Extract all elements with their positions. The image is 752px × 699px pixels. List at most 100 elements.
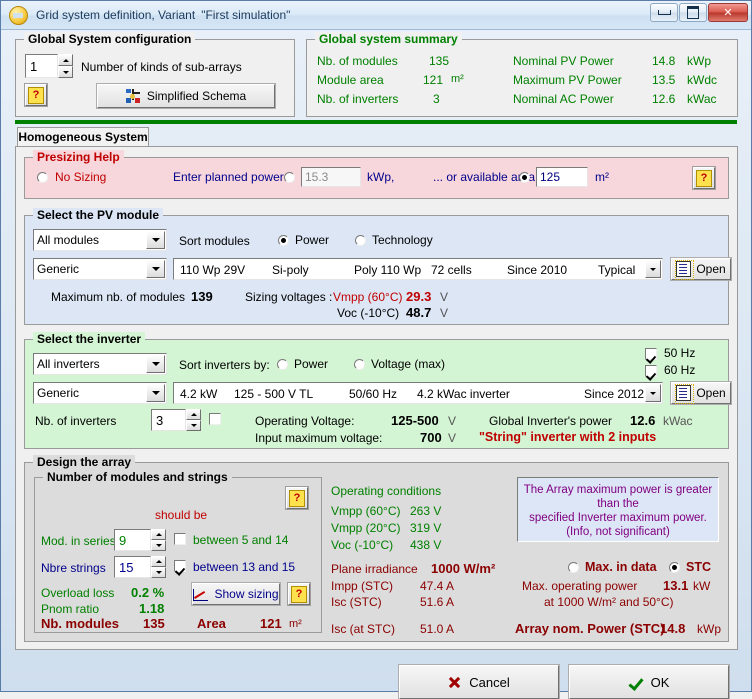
sort-by-power-radio[interactable] [278,235,289,246]
inverter-model-combo[interactable]: 4.2 kW 125 - 500 V TL 50/60 Hz 4.2 kWac … [173,382,663,404]
nb-inverters-stepper[interactable]: 3 [151,409,201,431]
no-sizing-radio[interactable] [37,172,48,183]
pv-module-manufacturer-combo[interactable]: Generic [33,258,167,280]
planned-power-unit: kWp, [367,170,395,184]
document-icon [675,384,695,404]
cancel-button[interactable]: Cancel [398,664,560,699]
spin-down-icon[interactable] [186,420,201,431]
planned-power-input[interactable]: 15.3 [301,167,361,187]
max-in-data-radio[interactable] [568,562,579,573]
show-sizing-button[interactable]: Show sizing [191,582,281,606]
max-operating-power-unit: kW [693,579,711,593]
array-nom-power-unit: kWp [697,622,721,636]
chevron-down-icon[interactable] [146,355,165,373]
simplified-schema-button[interactable]: Simplified Schema [96,83,276,109]
nb-inverters-spin-buttons[interactable] [186,409,201,431]
oc-value-2: 438 V [410,538,442,552]
sort-inverters-label: Sort inverters by: [179,358,270,372]
inverter-manufacturer-combo[interactable]: Generic [33,382,167,404]
sort-by-power-label: Power [295,233,330,247]
pv-model-power: 110 Wp 29V [180,263,246,277]
oc-label-0: Vmpp (60°C) [331,504,401,518]
question-mark-icon: ? [289,489,305,507]
modules-strings-help-button[interactable]: ? [285,486,309,510]
sub-arrays-stepper[interactable]: 1 [25,54,73,78]
mod-series-spin-buttons[interactable] [151,529,166,551]
maximize-button[interactable] [679,3,707,22]
stc-radio[interactable] [669,562,680,573]
isc-value: 51.6 A [420,595,455,609]
spin-up-icon[interactable] [58,54,73,66]
minimize-button[interactable] [650,3,678,22]
summary-label-1: Module area [317,73,384,87]
sort-by-technology-radio[interactable] [355,235,366,246]
spin-up-icon[interactable] [151,529,166,540]
spin-down-icon[interactable] [151,567,166,578]
inverter-open-button[interactable]: Open [670,381,732,405]
nbre-strings-value[interactable]: 15 [114,556,151,578]
input-max-voltage-value: 700 [420,430,442,445]
available-area-input[interactable]: 125 [536,167,588,187]
chevron-down-icon[interactable] [146,384,165,402]
close-button[interactable]: ✕ [708,3,748,22]
nb-modules-label: Nb. modules [41,616,120,631]
chevron-down-icon[interactable] [645,384,661,402]
freq-60hz-checkbox[interactable] [645,365,657,377]
freq-50hz-label: 50 Hz [664,346,696,360]
mod-in-series-value[interactable]: 9 [114,529,151,551]
spin-up-icon[interactable] [186,409,201,420]
pv-model-technology: Si-poly [272,263,309,277]
chevron-down-icon[interactable] [146,260,165,278]
spin-down-icon[interactable] [151,540,166,551]
oc-label-1: Vmpp (20°C) [331,521,401,535]
tab-homogeneous-system[interactable]: Homogeneous System [17,127,149,146]
planned-power-radio[interactable] [284,172,295,183]
ok-button[interactable]: OK [568,664,730,699]
freq-50hz-checkbox[interactable] [645,348,657,360]
pv-model-cells: 72 cells [431,263,472,277]
pv-module-open-button[interactable]: Open [670,257,732,281]
green-divider [15,120,737,124]
inverter-filter-combo[interactable]: All inverters [33,353,167,375]
impp-label: Impp (STC) [331,579,394,593]
info-line-2: specified Inverter maximum power. [529,512,707,524]
spin-down-icon[interactable] [58,66,73,78]
inverter-filter-value: All inverters [37,357,100,371]
nbre-strings-range-label: between 13 and 15 [193,560,296,574]
presizing-help-button[interactable]: ? [692,166,716,190]
pv-open-label: Open [696,262,726,276]
nbre-strings-stepper[interactable]: 15 [114,556,166,578]
pv-model-since: Since 2010 [507,263,568,277]
inverter-auto-checkbox[interactable] [209,413,221,425]
pv-module-model-combo[interactable]: 110 Wp 29V Si-poly Poly 110 Wp 72 cells … [173,258,663,280]
nbre-strings-spin-buttons[interactable] [151,556,166,578]
available-area-radio[interactable] [519,172,530,183]
pv-module-filter-combo[interactable]: All modules [33,229,167,251]
mod-series-range-checkbox[interactable] [174,533,186,545]
sort-inverter-voltage-label: Voltage (max) [371,357,446,371]
max-operating-power-conditions: at 1000 W/m² and 50°C) [544,595,674,609]
chevron-down-icon[interactable] [645,260,661,278]
sort-inverter-power-radio[interactable] [277,359,288,370]
global-inverter-power-unit: kWac [663,414,693,428]
max-operating-power-value: 13.1 [663,578,689,593]
sort-inverter-power-label: Power [294,357,329,371]
design-array-group: Design the array Number of modules and s… [24,455,729,642]
sub-arrays-value[interactable]: 1 [25,54,58,78]
global-config-help-button[interactable]: ? [24,83,48,107]
summary-unit-4: kWdc [687,73,717,87]
voc-label: Voc (-10°C) [337,306,400,320]
show-sizing-help-button[interactable]: ? [287,582,311,606]
chevron-down-icon[interactable] [146,231,165,249]
mod-in-series-stepper[interactable]: 9 [114,529,166,551]
array-power-info-box: The Array maximum power is greater than … [517,477,719,542]
pv-model-description: Poly 110 Wp [354,263,422,277]
summary-unit-1: m² [451,73,464,85]
inverter-model-since: Since 2012 [584,387,645,401]
sort-inverter-voltage-radio[interactable] [354,359,365,370]
sort-by-technology-label: Technology [372,233,433,247]
sub-arrays-spin-buttons[interactable] [58,54,73,78]
nbre-strings-range-checkbox[interactable] [174,560,186,572]
spin-up-icon[interactable] [151,556,166,567]
nb-inverters-value[interactable]: 3 [151,409,186,431]
